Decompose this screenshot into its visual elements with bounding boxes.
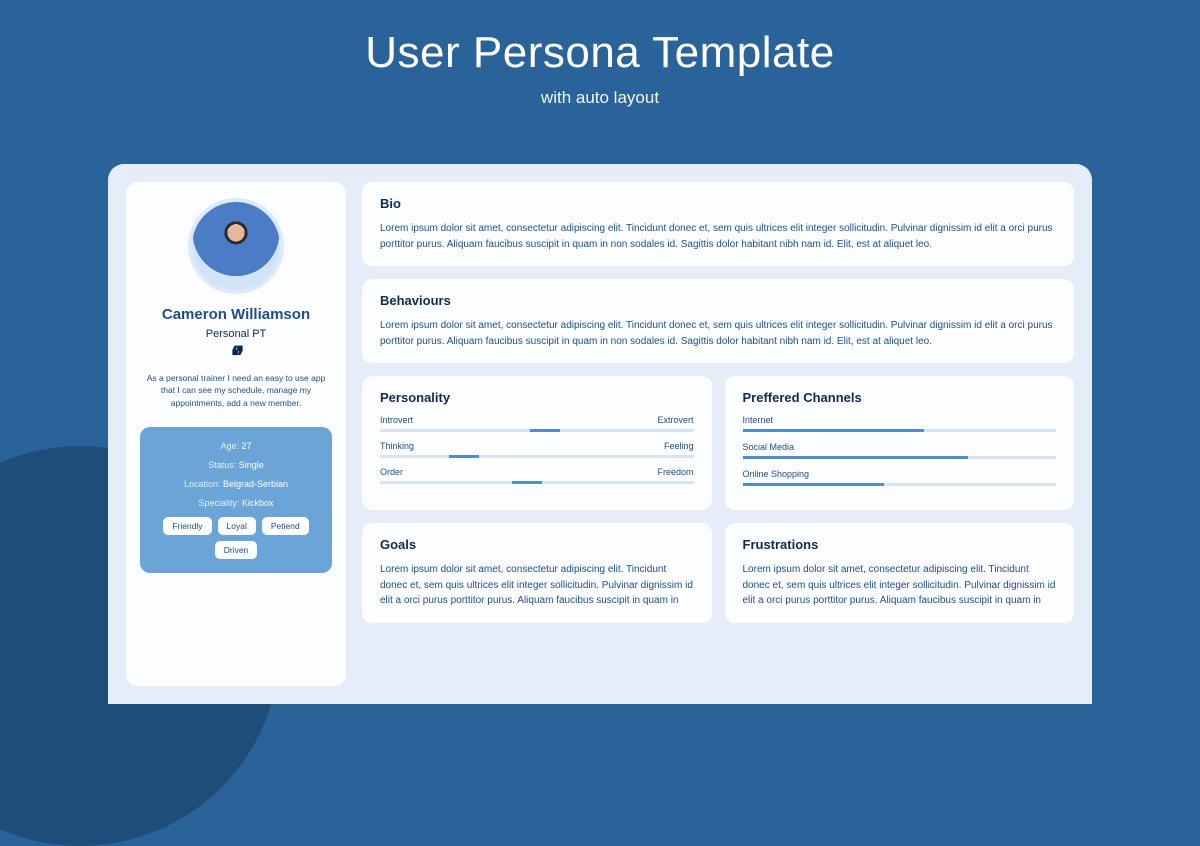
goals-card: Goals Lorem ipsum dolor sit amet, consec… (362, 523, 712, 623)
card-title: Personality (380, 390, 694, 405)
persona-board: Cameron Williamson Personal PT ❛❜ As a p… (108, 164, 1092, 704)
card-body: Lorem ipsum dolor sit amet, consectetur … (380, 318, 1056, 349)
avatar (188, 198, 284, 294)
card-body: Lorem ipsum dolor sit amet, consectetur … (380, 221, 1056, 252)
tag-list: Friendly Loyal Petiend Driven (152, 517, 320, 559)
persona-role: Personal PT (206, 328, 267, 340)
card-title: Frustrations (743, 537, 1057, 552)
trait-row: Introvert Extrovert (380, 415, 694, 432)
tag: Friendly (163, 517, 211, 535)
persona-quote: As a personal trainer I need an easy to … (140, 372, 332, 409)
page-subtitle: with auto layout (0, 88, 1200, 108)
trait-right: Extrovert (657, 415, 693, 425)
channel-label: Online Shopping (743, 469, 1057, 479)
detail-status: Status: Single (152, 460, 320, 470)
trait-labels: Order Freedom (380, 467, 694, 477)
tag: Petiend (262, 517, 309, 535)
detail-speciality: Speciality: Kickbox (152, 498, 320, 508)
trait-bar (380, 429, 694, 432)
card-title: Preffered Channels (743, 390, 1057, 405)
bio-card: Bio Lorem ipsum dolor sit amet, consecte… (362, 182, 1074, 266)
channels-card: Preffered Channels Internet Social Media O… (725, 376, 1075, 510)
trait-knob (530, 429, 560, 432)
trait-row: Order Freedom (380, 467, 694, 484)
details-card: Age: 27 Status: Single Location: Belgrad… (140, 427, 332, 573)
trait-left: Order (380, 467, 403, 477)
trait-bar (380, 481, 694, 484)
trait-row: Thinking Feeling (380, 441, 694, 458)
row-goals-frustrations: Goals Lorem ipsum dolor sit amet, consec… (362, 523, 1074, 623)
detail-age: Age: 27 (152, 441, 320, 451)
card-body: Lorem ipsum dolor sit amet, consectetur … (380, 562, 694, 609)
channel-label: Social Media (743, 442, 1057, 452)
card-title: Bio (380, 196, 1056, 211)
behaviours-card: Behaviours Lorem ipsum dolor sit amet, c… (362, 279, 1074, 363)
channel-bar (743, 429, 1057, 432)
channel-fill (743, 483, 884, 486)
page-title: User Persona Template (0, 28, 1200, 78)
channel-bar (743, 483, 1057, 486)
channel-fill (743, 456, 969, 459)
channel-label: Internet (743, 415, 1057, 425)
personality-card: Personality Introvert Extrovert Thinking Fe… (362, 376, 712, 510)
persona-name: Cameron Williamson (162, 306, 310, 323)
trait-bar (380, 455, 694, 458)
channel-row: Online Shopping (743, 469, 1057, 486)
card-title: Goals (380, 537, 694, 552)
trait-left: Introvert (380, 415, 413, 425)
trait-knob (449, 455, 479, 458)
channel-fill (743, 429, 925, 432)
trait-labels: Introvert Extrovert (380, 415, 694, 425)
page-header: User Persona Template with auto layout (0, 0, 1200, 108)
detail-location: Location: Belgrad-Serbian (152, 479, 320, 489)
quote-icon: ❛❜ (231, 348, 242, 366)
channel-row: Internet (743, 415, 1057, 432)
tag: Driven (215, 541, 258, 559)
trait-left: Thinking (380, 441, 414, 451)
card-body: Lorem ipsum dolor sit amet, consectetur … (743, 562, 1057, 609)
main-column: Bio Lorem ipsum dolor sit amet, consecte… (362, 182, 1074, 686)
row-personality-channels: Personality Introvert Extrovert Thinking Fe… (362, 376, 1074, 510)
frustrations-card: Frustrations Lorem ipsum dolor sit amet,… (725, 523, 1075, 623)
trait-knob (512, 481, 542, 484)
persona-sidebar: Cameron Williamson Personal PT ❛❜ As a p… (126, 182, 346, 686)
channel-bar (743, 456, 1057, 459)
trait-right: Feeling (664, 441, 694, 451)
trait-labels: Thinking Feeling (380, 441, 694, 451)
tag: Loyal (218, 517, 256, 535)
card-title: Behaviours (380, 293, 1056, 308)
channel-row: Social Media (743, 442, 1057, 459)
trait-right: Freedom (657, 467, 693, 477)
